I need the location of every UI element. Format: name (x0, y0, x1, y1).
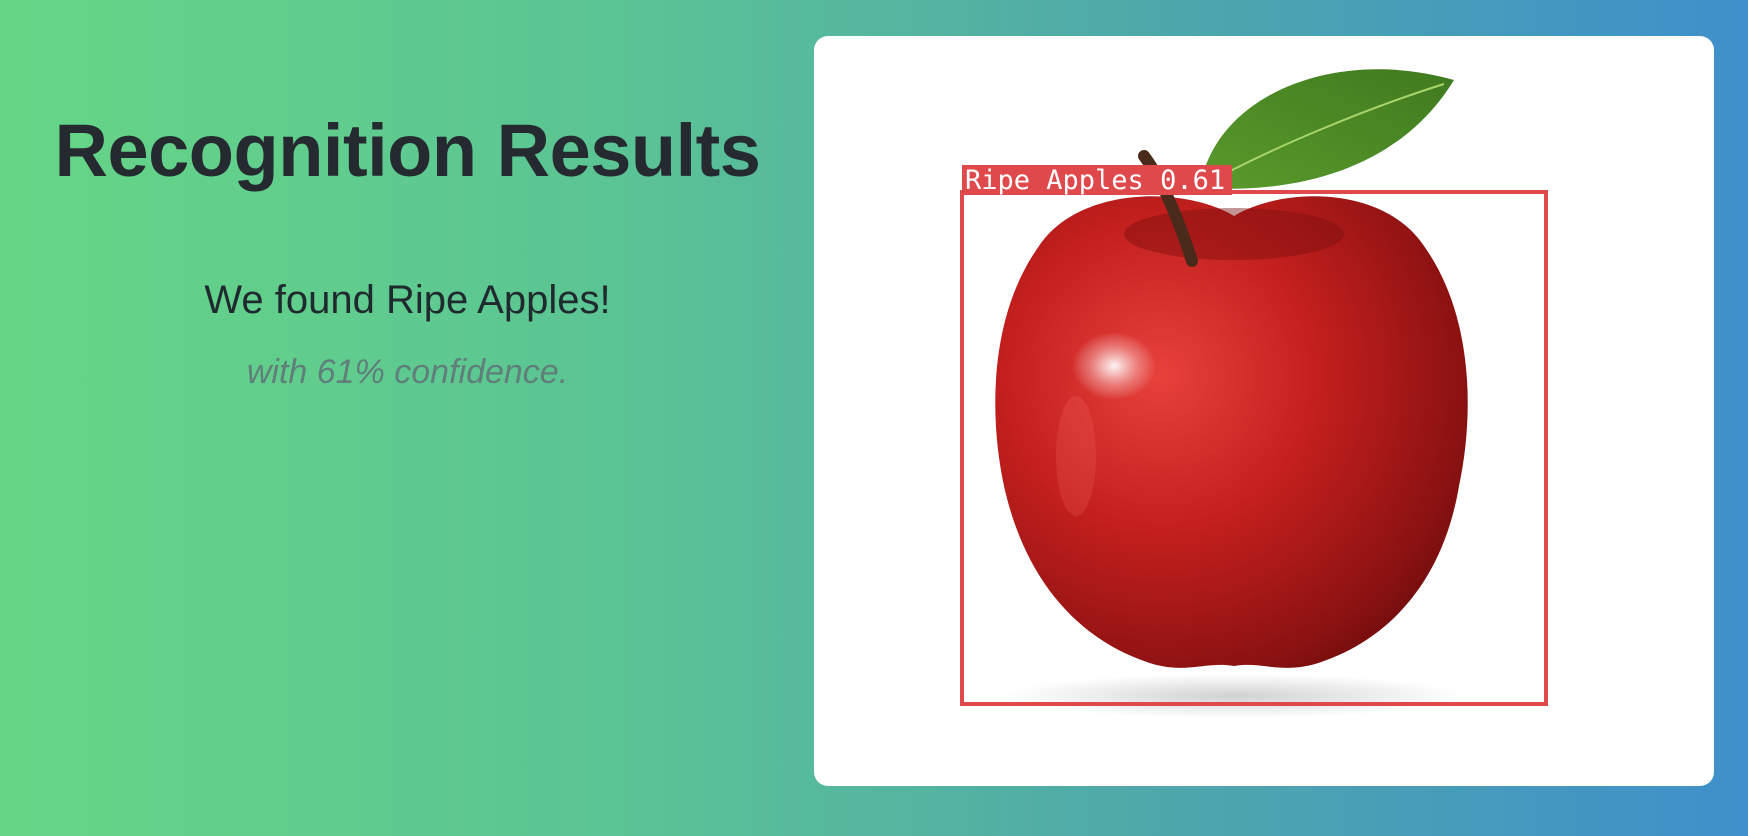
result-summary: We found Ripe Apples! (0, 278, 815, 323)
apple-shadow (1004, 674, 1464, 718)
result-image-card: Ripe Apples 0.61 (814, 36, 1714, 786)
detection-image: Ripe Apples 0.61 (960, 69, 1548, 718)
result-label: Ripe Apples! (386, 278, 611, 322)
result-prefix: We found (204, 278, 386, 322)
detection-label: Ripe Apples 0.61 (965, 165, 1225, 196)
leaf-icon (1200, 69, 1454, 189)
apple-icon (995, 196, 1468, 668)
page-title: Recognition Results (54, 109, 761, 192)
results-panel: Recognition Results We found Ripe Apples… (0, 0, 815, 836)
confidence-text: with 61% confidence. (246, 353, 569, 391)
